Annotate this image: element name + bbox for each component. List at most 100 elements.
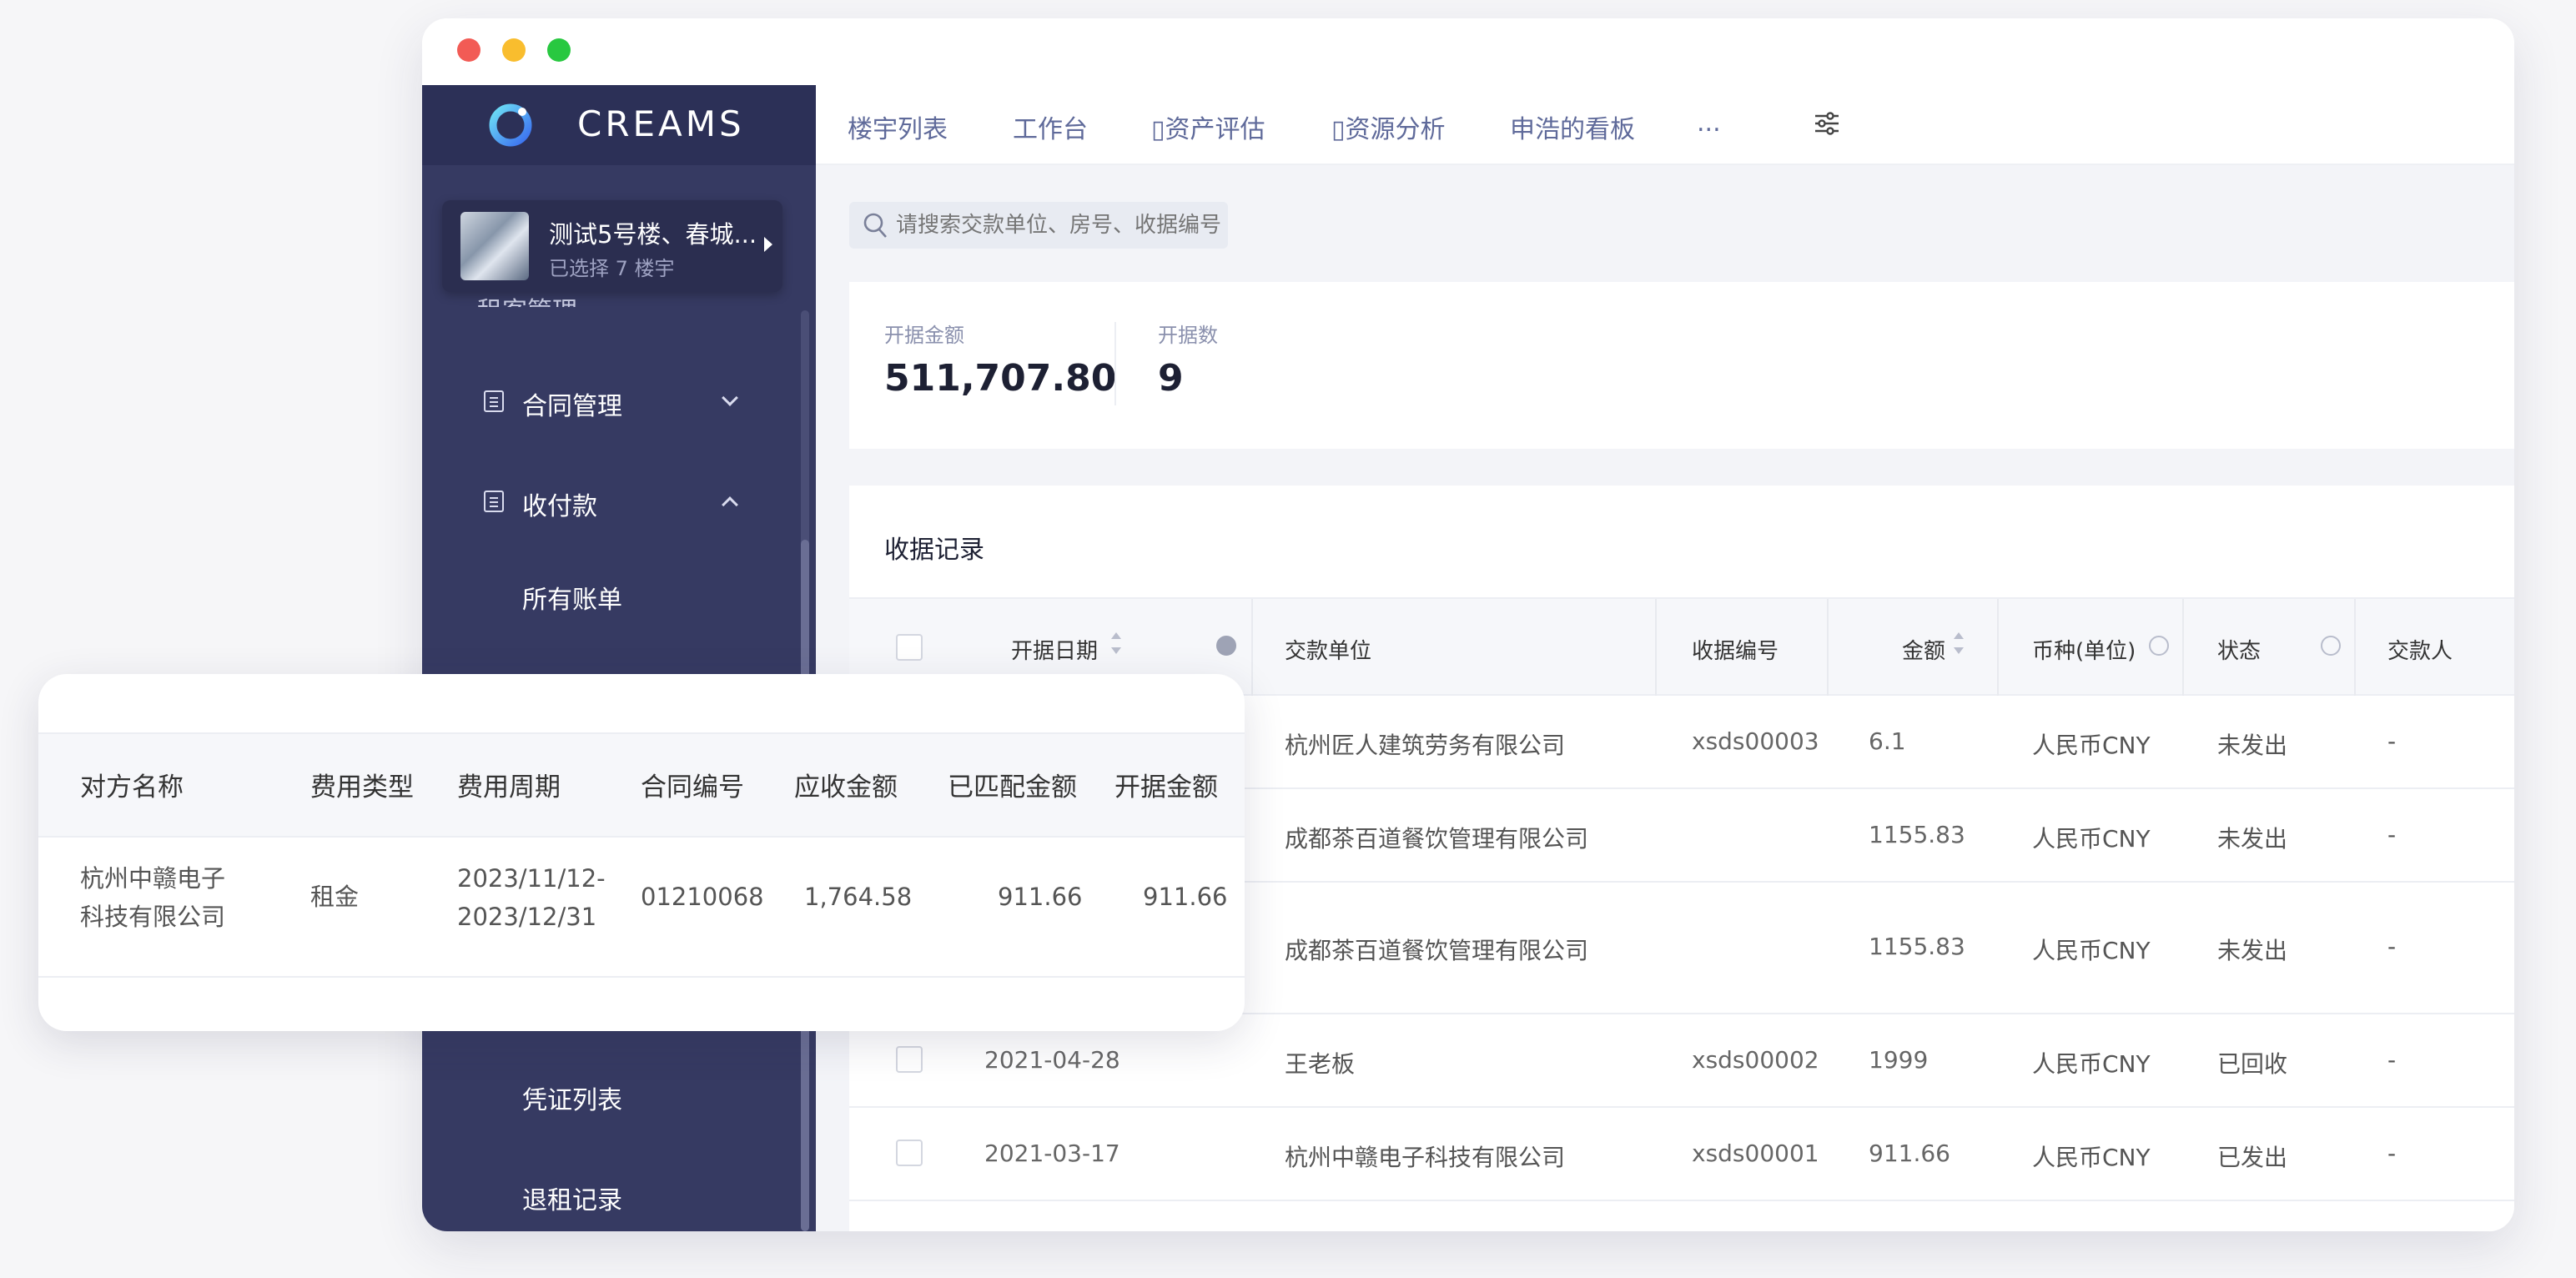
filter-icon[interactable] — [2321, 636, 2341, 656]
popup-cell-fee-type: 租金 — [310, 883, 360, 911]
clock-icon[interactable] — [1216, 636, 1236, 656]
close-window-button[interactable] — [457, 38, 480, 62]
cell-status: 未发出 — [2217, 825, 2288, 853]
cell-receipt-no: xsds00002 — [1692, 1046, 1819, 1074]
sidebar-item-payments[interactable]: 收付款 — [422, 477, 816, 527]
col-payer-person: 交款人 — [2387, 639, 2453, 664]
row-checkbox[interactable] — [896, 1046, 923, 1073]
project-selector[interactable]: 测试5号楼、春城... 已选择 7 楼宇 — [442, 200, 782, 292]
col-status: 状态 — [2217, 639, 2262, 664]
popup-cell-matched: 911.66 — [998, 883, 1083, 911]
popup-col-matched: 已匹配金额 — [948, 772, 1077, 803]
cell-payer: 杭州匠人建筑劳务有限公司 — [1285, 732, 1566, 759]
minimize-window-button[interactable] — [502, 38, 526, 62]
popup-cell-receivable: 1,764.58 — [804, 883, 913, 911]
col-receipt-no: 收据编号 — [1692, 639, 1779, 664]
popup-cell-invoiced: 911.66 — [1143, 883, 1228, 911]
stage: CREAMS 租客管理 测试5号楼、春城... 已选择 7 楼宇 合同管理 收付… — [0, 0, 2576, 1278]
cell-currency: 人民币CNY — [2032, 937, 2151, 964]
column-divider — [1997, 599, 1999, 696]
row-checkbox[interactable] — [896, 1140, 923, 1166]
cell-status: 已发出 — [2217, 1144, 2288, 1171]
brand-name: CREAMS — [577, 103, 745, 144]
cell-person: - — [2387, 933, 2397, 960]
tab-buildings[interactable]: 楼宇列表 — [848, 108, 948, 145]
column-divider — [1827, 599, 1829, 696]
stat-divider — [1114, 322, 1116, 405]
popup-cell-period-line1: 2023/11/12- — [457, 864, 606, 893]
building-thumbnail — [460, 212, 529, 280]
cell-payer: 杭州中赣电子科技有限公司 — [1285, 1144, 1566, 1171]
sidebar-subitem-vouchers[interactable]: 凭证列表 — [522, 1079, 622, 1116]
stat-count-value: 9 — [1158, 357, 1184, 400]
col-date[interactable]: 开据日期 — [1011, 634, 1098, 665]
tab-resource-analysis[interactable]: ▯资源分析 — [1331, 108, 1446, 145]
document-list-icon — [484, 390, 504, 412]
cell-status: 未发出 — [2217, 937, 2288, 964]
popup-col-fee-type: 费用类型 — [310, 772, 414, 803]
col-currency: 币种(单位) — [2032, 639, 2136, 664]
stat-count-label: 开据数 — [1158, 324, 1218, 347]
popup-col-counterparty: 对方名称 — [80, 772, 184, 803]
sidebar-subitem-lease-exit[interactable]: 退租记录 — [522, 1180, 622, 1216]
cell-receipt-no: xsds00001 — [1692, 1140, 1819, 1167]
cell-status: 已回收 — [2217, 1050, 2288, 1078]
cell-person: - — [2387, 821, 2397, 848]
chevron-down-icon — [722, 390, 738, 406]
project-name: 测试5号楼、春城... — [549, 220, 757, 249]
cell-currency: 人民币CNY — [2032, 732, 2151, 759]
select-all-checkbox[interactable] — [896, 634, 923, 661]
popup-cell-period-line2: 2023/12/31 — [457, 903, 597, 931]
project-subtitle: 已选择 7 楼宇 — [549, 257, 675, 280]
column-divider — [2182, 599, 2184, 696]
records-title: 收据记录 — [884, 536, 984, 565]
search-input[interactable] — [896, 212, 1221, 239]
column-divider — [1655, 599, 1657, 696]
cell-receipt-no: xsds00003 — [1692, 727, 1819, 755]
cell-person: - — [2387, 727, 2397, 755]
cell-person: - — [2387, 1046, 2397, 1074]
bill-detail-popup: 对方名称 费用类型 费用周期 合同编号 应收金额 已匹配金额 开据金额 杭州中赣… — [38, 674, 1245, 1031]
maximize-window-button[interactable] — [547, 38, 571, 62]
sort-icon[interactable] — [1952, 629, 1965, 662]
sidebar-item-peek[interactable]: 租客管理 — [477, 290, 577, 307]
brand-bar: CREAMS — [422, 85, 816, 165]
filter-icon[interactable] — [2149, 636, 2169, 656]
cell-date: 2021-04-28 — [984, 1046, 1120, 1074]
cell-amount: 1999 — [1869, 1046, 1929, 1074]
cell-amount: 1155.83 — [1869, 821, 1965, 848]
cell-currency: 人民币CNY — [2032, 1050, 2151, 1078]
stat-amount-label: 开据金额 — [884, 324, 964, 347]
popup-col-receivable: 应收金额 — [794, 772, 898, 803]
col-amount[interactable]: 金额 — [1902, 634, 1945, 665]
col-payer: 交款单位 — [1285, 639, 1372, 664]
tab-dashboard[interactable]: 申浩的看板 — [1510, 108, 1635, 145]
cell-currency: 人民币CNY — [2032, 825, 2151, 853]
table-row[interactable]: 2021-03-17 杭州中赣电子科技有限公司 xsds00001 911.66… — [849, 1108, 2514, 1201]
sliders-icon[interactable] — [1814, 110, 1840, 137]
tab-workbench[interactable]: 工作台 — [1013, 108, 1088, 145]
column-divider — [2354, 599, 2356, 696]
search-box[interactable] — [849, 202, 1228, 249]
popup-col-invoiced: 开据金额 — [1114, 772, 1218, 803]
sidebar-item-label: 合同管理 — [522, 392, 622, 421]
window-titlebar — [422, 18, 2514, 85]
chevron-up-icon — [722, 496, 738, 513]
cell-payer: 王老板 — [1285, 1050, 1356, 1078]
cell-amount: 6.1 — [1869, 727, 1906, 755]
popup-col-period: 费用周期 — [457, 772, 561, 803]
app-window: CREAMS 租客管理 测试5号楼、春城... 已选择 7 楼宇 合同管理 收付… — [422, 18, 2514, 1231]
sidebar-subitem-all-bills[interactable]: 所有账单 — [522, 579, 622, 616]
tab-more[interactable]: ... — [1697, 108, 1721, 138]
stats-card: 开据金额 511,707.80 开据数 9 — [849, 282, 2514, 449]
cell-payer: 成都茶百道餐饮管理有限公司 — [1285, 937, 1589, 964]
tab-asset-valuation[interactable]: ▯资产评估 — [1151, 108, 1265, 145]
sort-icon[interactable] — [1109, 629, 1123, 662]
popup-cell-contract-no: 01210068 — [641, 883, 764, 911]
popup-col-contract-no: 合同编号 — [641, 772, 744, 803]
stat-amount-value: 511,707.80 — [884, 357, 1117, 400]
search-icon — [863, 213, 887, 238]
sidebar-item-contracts[interactable]: 合同管理 — [422, 377, 816, 427]
column-divider — [1251, 599, 1253, 696]
cell-status: 未发出 — [2217, 732, 2288, 759]
